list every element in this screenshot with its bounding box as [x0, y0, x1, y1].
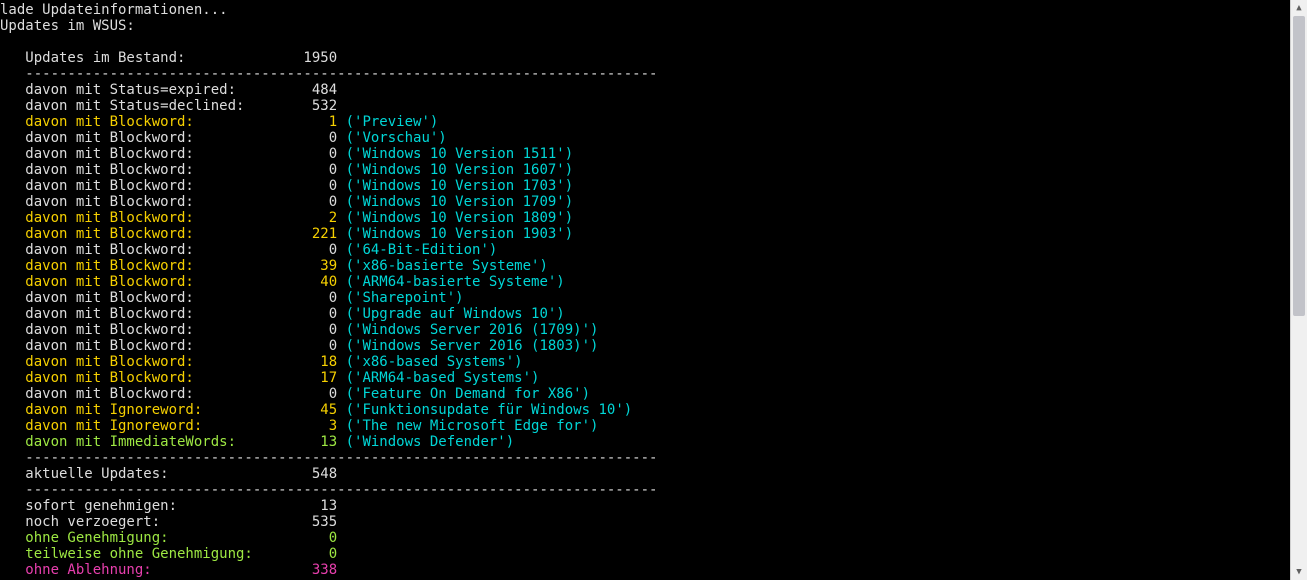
scrollbar-track[interactable]	[1291, 16, 1307, 564]
loading-line: lade Updateinformationen...	[0, 2, 1302, 18]
blank-line	[0, 34, 1302, 50]
blockword-line: davon mit Blockword: 0 ('Windows 10 Vers…	[0, 194, 1302, 210]
aktuelle-line: aktuelle Updates: 548	[0, 466, 1302, 482]
summary-verzoegert: noch verzoegert: 535	[0, 514, 1302, 530]
title-line: Updates im WSUS:	[0, 18, 1302, 34]
blockword-line: davon mit Blockword: 0 ('Vorschau')	[0, 130, 1302, 146]
terminal-window: lade Updateinformationen...Updates im WS…	[0, 0, 1303, 580]
scroll-up-button[interactable]: ▲	[1291, 0, 1307, 16]
summary-ohne-genehmigung: ohne Genehmigung: 0	[0, 530, 1302, 546]
terminal-output: lade Updateinformationen...Updates im WS…	[0, 0, 1302, 578]
blockword-line: davon mit Blockword: 40 ('ARM64-basierte…	[0, 274, 1302, 290]
separator: ----------------------------------------…	[0, 482, 1302, 498]
summary-sofort: sofort genehmigen: 13	[0, 498, 1302, 514]
blockword-line: davon mit Blockword: 17 ('ARM64-based Sy…	[0, 370, 1302, 386]
blockword-line: davon mit Blockword: 0 ('Windows 10 Vers…	[0, 146, 1302, 162]
separator: ----------------------------------------…	[0, 450, 1302, 466]
chevron-up-icon: ▲	[1296, 4, 1301, 13]
ignoreword-line: davon mit Ignoreword: 3 ('The new Micros…	[0, 418, 1302, 434]
scrollbar-thumb[interactable]	[1293, 16, 1305, 316]
immediate-line: davon mit ImmediateWords: 13 ('Windows D…	[0, 434, 1302, 450]
status-line: davon mit Status=declined: 532	[0, 98, 1302, 114]
separator: ----------------------------------------…	[0, 66, 1302, 82]
blockword-line: davon mit Blockword: 0 ('Upgrade auf Win…	[0, 306, 1302, 322]
blockword-line: davon mit Blockword: 18 ('x86-based Syst…	[0, 354, 1302, 370]
blockword-line: davon mit Blockword: 39 ('x86-basierte S…	[0, 258, 1302, 274]
blockword-line: davon mit Blockword: 0 ('Windows Server …	[0, 338, 1302, 354]
blockword-line: davon mit Blockword: 0 ('Windows Server …	[0, 322, 1302, 338]
blockword-line: davon mit Blockword: 0 ('Windows 10 Vers…	[0, 162, 1302, 178]
summary-ohne-ablehnung: ohne Ablehnung: 338	[0, 562, 1302, 578]
blockword-line: davon mit Blockword: 0 ('Sharepoint')	[0, 290, 1302, 306]
scrollbar[interactable]: ▲ ▼	[1290, 0, 1307, 580]
scroll-down-button[interactable]: ▼	[1291, 564, 1307, 580]
summary-teilweise: teilweise ohne Genehmigung: 0	[0, 546, 1302, 562]
status-line: davon mit Status=expired: 484	[0, 82, 1302, 98]
blockword-line: davon mit Blockword: 1 ('Preview')	[0, 114, 1302, 130]
blockword-line: davon mit Blockword: 0 ('Windows 10 Vers…	[0, 178, 1302, 194]
blockword-line: davon mit Blockword: 0 ('64-Bit-Edition'…	[0, 242, 1302, 258]
blockword-line: davon mit Blockword: 2 ('Windows 10 Vers…	[0, 210, 1302, 226]
ignoreword-line: davon mit Ignoreword: 45 ('Funktionsupda…	[0, 402, 1302, 418]
chevron-down-icon: ▼	[1296, 568, 1301, 577]
bestand-line: Updates im Bestand: 1950	[0, 50, 1302, 66]
blockword-line: davon mit Blockword: 0 ('Feature On Dema…	[0, 386, 1302, 402]
blockword-line: davon mit Blockword: 221 ('Windows 10 Ve…	[0, 226, 1302, 242]
